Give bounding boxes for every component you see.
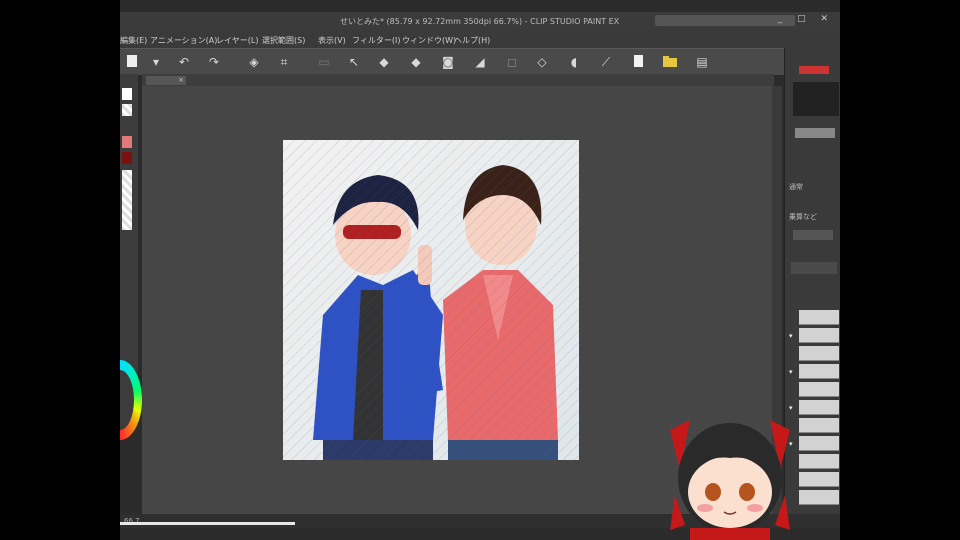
menu-item-window[interactable]: ウィンドウ(W): [402, 35, 456, 46]
fill-icon[interactable]: ◆: [376, 54, 392, 70]
menu-item-view[interactable]: 表示(V): [318, 35, 346, 46]
dropdown-icon[interactable]: ▾: [148, 54, 164, 70]
select-all-icon[interactable]: ◻: [504, 54, 520, 70]
fill-layer-icon[interactable]: ◖: [566, 54, 582, 70]
navigator-preview: [793, 82, 839, 116]
color-swatch[interactable]: [122, 88, 132, 100]
eye-icon[interactable]: ▾: [789, 368, 793, 376]
blend-mode-label[interactable]: 通常: [789, 182, 803, 192]
window-title: せいとみた* (85.79 x 92.72mm 350dpi 66.7%) - …: [340, 17, 620, 26]
menu-item-selection[interactable]: 選択範囲(S): [262, 35, 305, 46]
menu-bar: 編集(E) アニメーション(A) レイヤー(L) 選択範囲(S) 表示(V) フ…: [120, 30, 840, 48]
color-wheel[interactable]: [120, 360, 142, 440]
canvas-tab[interactable]: ×: [146, 76, 186, 85]
new-file-icon[interactable]: [124, 54, 140, 70]
crop-icon[interactable]: ▭: [316, 54, 332, 70]
eye-icon[interactable]: ▾: [789, 332, 793, 340]
command-bar: ▾ ↶ ↷ ◈ ⌗ ▭ ↖ ◆ ◆ ◙ ◢ ◻ ◇ ◖ ⟋ ▤: [120, 48, 840, 76]
layer-row[interactable]: [799, 346, 839, 361]
close-icon[interactable]: ×: [178, 76, 184, 84]
pin-icon[interactable]: ⟋: [598, 54, 614, 70]
transform-icon[interactable]: ⌗: [276, 54, 292, 70]
page-icon[interactable]: [630, 54, 646, 70]
status-progress-bar: [120, 522, 295, 525]
illustration-artwork[interactable]: [283, 140, 579, 460]
layer-row[interactable]: [799, 382, 839, 397]
fill-select-icon[interactable]: ◆: [408, 54, 424, 70]
menu-item-help[interactable]: ヘルプ(H): [454, 35, 490, 46]
menu-item-layer[interactable]: レイヤー(L): [216, 35, 258, 46]
layer-mode-label[interactable]: 乗算など: [789, 212, 817, 222]
layer-row[interactable]: [799, 328, 839, 343]
search-box[interactable]: [655, 15, 795, 26]
menu-item-filter[interactable]: フィルター(I): [352, 35, 400, 46]
layer-property-field[interactable]: [793, 230, 833, 240]
transparent-swatch[interactable]: [122, 170, 132, 230]
color-swatch[interactable]: [122, 152, 132, 164]
folder-icon[interactable]: [662, 54, 678, 70]
layer-panel-header: [791, 262, 837, 274]
canvas-tab-strip: ×: [142, 74, 774, 86]
window-controls[interactable]: _ □ ✕: [778, 14, 834, 24]
title-bar: せいとみた* (85.79 x 92.72mm 350dpi 66.7%) - …: [120, 12, 840, 30]
menu-item-animation[interactable]: アニメーション(A): [150, 35, 217, 46]
undo-icon[interactable]: ↶: [176, 54, 192, 70]
redo-icon[interactable]: ↷: [206, 54, 222, 70]
navigator-thumbnail[interactable]: [799, 66, 829, 74]
layer-row[interactable]: [799, 310, 839, 325]
printer-icon[interactable]: ▤: [694, 54, 710, 70]
cursor-icon[interactable]: ↖: [346, 54, 362, 70]
layer-row[interactable]: [799, 364, 839, 379]
color-swatch[interactable]: [122, 136, 132, 148]
select-icon[interactable]: ◙: [440, 54, 456, 70]
transparent-swatch[interactable]: [122, 104, 132, 116]
opacity-slider[interactable]: [795, 128, 835, 138]
menu-item-edit[interactable]: 編集(E): [120, 35, 147, 46]
mascot-overlay: [670, 420, 790, 540]
clear-icon[interactable]: ◈: [246, 54, 262, 70]
tool-property-panel: [120, 74, 142, 440]
invert-select-icon[interactable]: ◇: [534, 54, 550, 70]
deselect-icon[interactable]: ◢: [472, 54, 488, 70]
